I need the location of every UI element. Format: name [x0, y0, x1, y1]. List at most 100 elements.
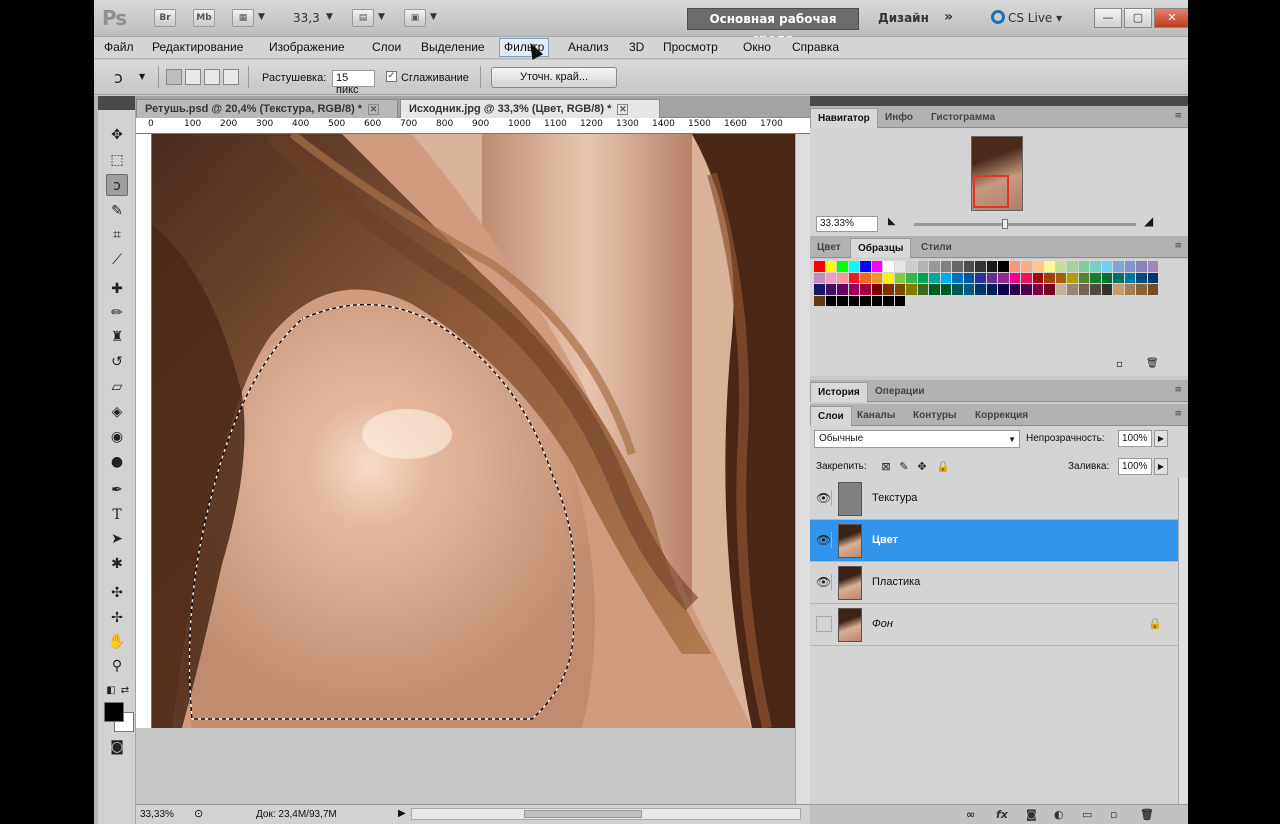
- blur-tool-icon[interactable]: ◉: [106, 426, 128, 448]
- pen-tool-icon[interactable]: ✒: [106, 479, 128, 501]
- tab-info[interactable]: Инфо: [878, 108, 920, 128]
- view-extras-button[interactable]: ▦: [232, 9, 254, 27]
- color-swatch[interactable]: [1055, 272, 1067, 284]
- color-swatch[interactable]: [975, 272, 987, 284]
- color-swatch[interactable]: [1044, 284, 1056, 296]
- color-swatch[interactable]: [1101, 272, 1113, 284]
- status-menu-arrow-icon[interactable]: ▶: [398, 808, 406, 819]
- arrange-documents-button[interactable]: ▤: [352, 9, 374, 27]
- layer-name[interactable]: Фон: [872, 618, 893, 630]
- tab-swatches[interactable]: Образцы: [850, 238, 912, 258]
- color-swatch[interactable]: [1101, 261, 1113, 273]
- fill-input[interactable]: 100%: [1118, 458, 1152, 475]
- lock-transparency-icon[interactable]: ⊠: [880, 461, 892, 473]
- lock-all-icon[interactable]: 🔒: [936, 461, 950, 473]
- tab-source-jpg[interactable]: Исходник.jpg @ 33,3% (Цвет, RGB/8) * ✕: [400, 99, 660, 118]
- color-swatch[interactable]: [871, 261, 883, 273]
- zoom-tool-icon[interactable]: ⚲: [106, 655, 128, 677]
- panel-menu-icon[interactable]: ≡: [1174, 241, 1182, 251]
- color-swatch[interactable]: [1090, 261, 1102, 273]
- color-swatch[interactable]: [848, 295, 860, 307]
- color-swatch[interactable]: [1124, 261, 1136, 273]
- color-swatch[interactable]: [837, 295, 849, 307]
- color-swatch[interactable]: [860, 272, 872, 284]
- color-swatch[interactable]: [883, 272, 895, 284]
- layer-row-background[interactable]: 👁 Фон 🔒: [810, 604, 1178, 646]
- color-swatch[interactable]: [998, 272, 1010, 284]
- color-swatch[interactable]: [871, 284, 883, 296]
- tab-paths[interactable]: Контуры: [906, 406, 963, 426]
- delete-swatch-icon[interactable]: 🗑: [1146, 358, 1159, 369]
- color-swatch[interactable]: [837, 272, 849, 284]
- color-swatch[interactable]: [871, 295, 883, 307]
- visibility-eye-icon[interactable]: 👁: [816, 616, 832, 632]
- color-swatch[interactable]: [1009, 261, 1021, 273]
- horizontal-ruler[interactable]: 0 100 200 300 400 500 600 700 800 900 1000 1100 1200…: [136, 118, 810, 134]
- navigator-view-box[interactable]: [973, 175, 1009, 208]
- color-swatch[interactable]: [963, 261, 975, 273]
- cs-live-button[interactable]: CS Live ▾: [991, 10, 1062, 25]
- tab-history[interactable]: История: [810, 382, 868, 402]
- layers-scrollbar[interactable]: [1178, 478, 1188, 804]
- lasso-tool-preset-icon[interactable]: ↄ: [114, 68, 123, 87]
- layer-name[interactable]: Текстура: [872, 492, 917, 504]
- color-swatch[interactable]: [1136, 261, 1148, 273]
- hand-tool-icon[interactable]: ✋: [106, 631, 128, 653]
- layer-mask-icon[interactable]: ◙: [1026, 808, 1037, 821]
- color-swatch[interactable]: [975, 284, 987, 296]
- color-swatch[interactable]: [1032, 261, 1044, 273]
- menu-3d[interactable]: 3D: [629, 40, 644, 54]
- color-swatch[interactable]: [814, 284, 826, 296]
- color-swatch[interactable]: [825, 261, 837, 273]
- new-swatch-icon[interactable]: ▫: [1116, 359, 1123, 370]
- navigator-zoom-slider[interactable]: [914, 219, 1136, 229]
- link-layers-icon[interactable]: ∞: [966, 808, 975, 821]
- color-swatch[interactable]: [894, 272, 906, 284]
- tab-retouch-psd[interactable]: Ретушь.psd @ 20,4% (Текстура, RGB/8) * ✕: [136, 99, 398, 118]
- visibility-eye-icon[interactable]: 👁: [816, 532, 832, 548]
- navigator-zoom-input[interactable]: 33.33%: [816, 216, 878, 232]
- color-swatch[interactable]: [1009, 272, 1021, 284]
- paint-bucket-tool-icon[interactable]: ◈: [106, 401, 128, 423]
- menu-view[interactable]: Просмотр: [663, 40, 718, 54]
- marquee-tool-icon[interactable]: ⬚: [106, 149, 128, 171]
- color-swatch[interactable]: [894, 295, 906, 307]
- color-swatch[interactable]: [952, 284, 964, 296]
- color-swatch[interactable]: [1021, 261, 1033, 273]
- color-swatch[interactable]: [837, 284, 849, 296]
- image-canvas[interactable]: [152, 134, 795, 728]
- color-swatch[interactable]: [1055, 261, 1067, 273]
- opacity-slider-arrow-icon[interactable]: ▶: [1154, 430, 1168, 447]
- scrollbar-thumb[interactable]: [524, 810, 642, 818]
- color-swatch[interactable]: [929, 272, 941, 284]
- screen-mode-button[interactable]: ▣: [404, 9, 426, 27]
- color-swatch[interactable]: [1147, 284, 1159, 296]
- new-selection-icon[interactable]: [166, 69, 182, 85]
- color-swatch[interactable]: [1124, 272, 1136, 284]
- 3d-camera-tool-icon[interactable]: ✢: [106, 607, 128, 629]
- add-to-selection-icon[interactable]: [185, 69, 201, 85]
- toolbox-header[interactable]: [98, 96, 135, 110]
- color-swatch[interactable]: [883, 284, 895, 296]
- foreground-color-swatch[interactable]: [104, 702, 124, 722]
- quick-mask-icon[interactable]: ◙: [106, 736, 128, 758]
- menu-edit[interactable]: Редактирование: [152, 40, 243, 54]
- slider-knob[interactable]: [1002, 219, 1008, 229]
- color-swatch[interactable]: [814, 272, 826, 284]
- color-swatch[interactable]: [871, 272, 883, 284]
- color-swatch[interactable]: [986, 261, 998, 273]
- color-swatch[interactable]: [825, 284, 837, 296]
- color-swatch[interactable]: [883, 261, 895, 273]
- color-swatch[interactable]: [963, 284, 975, 296]
- color-swatch[interactable]: [963, 272, 975, 284]
- layer-name[interactable]: Пластика: [872, 576, 920, 588]
- zoom-level[interactable]: 33,3: [293, 11, 320, 25]
- close-tab-icon[interactable]: ✕: [368, 104, 380, 115]
- color-swatch[interactable]: [929, 261, 941, 273]
- eraser-tool-icon[interactable]: ▱: [106, 376, 128, 398]
- eyedropper-tool-icon[interactable]: ⟋: [106, 249, 128, 271]
- screen-mode-dropdown-icon[interactable]: ▼: [430, 12, 437, 22]
- color-swatch[interactable]: [894, 261, 906, 273]
- tab-channels[interactable]: Каналы: [850, 406, 902, 426]
- refine-edge-button[interactable]: Уточн. край...: [491, 67, 617, 88]
